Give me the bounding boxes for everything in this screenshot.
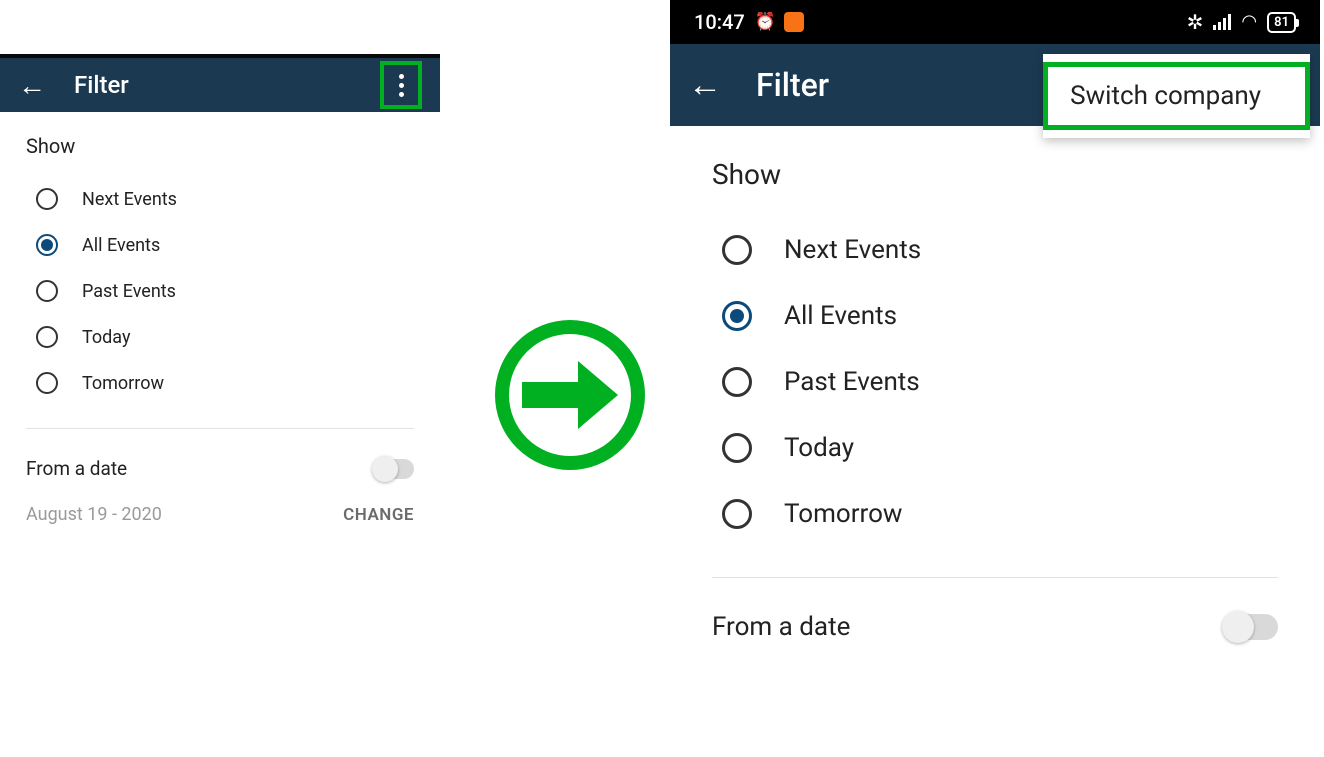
from-a-date-label: From a date (26, 457, 127, 480)
radio-label: Tomorrow (784, 499, 902, 529)
radio-icon (36, 280, 58, 302)
radio-row-next-events[interactable]: Next Events (26, 176, 414, 222)
change-date-button[interactable]: CHANGE (343, 505, 414, 525)
from-a-date-row: From a date (26, 451, 414, 496)
bluetooth-icon: ✲ (1187, 10, 1204, 34)
radio-label: Today (784, 433, 854, 463)
date-row: August 19 - 2020 CHANGE (26, 496, 414, 525)
overflow-menu-highlight (380, 61, 422, 109)
radio-row-all-events[interactable]: All Events (712, 283, 1278, 349)
radio-row-past-events[interactable]: Past Events (712, 349, 1278, 415)
radio-row-past-events[interactable]: Past Events (26, 268, 414, 314)
app-bar-title: Filter (74, 71, 129, 99)
filter-content: Show Next Events All Events Past Events … (670, 126, 1320, 658)
battery-percent: 81 (1274, 15, 1289, 30)
phone-screenshot-left: ← Filter Show Next Events All Events Pas… (0, 54, 440, 525)
radio-icon (36, 372, 58, 394)
radio-label: Past Events (784, 367, 920, 397)
radio-icon (36, 188, 58, 210)
from-a-date-label: From a date (712, 612, 850, 642)
transition-arrow-icon (495, 320, 645, 470)
radio-row-today[interactable]: Today (26, 314, 414, 360)
radio-label: All Events (784, 301, 897, 331)
back-arrow-icon[interactable]: ← (18, 69, 46, 102)
phone-screenshot-right: 10:47 ⏰ ✲ ◠ 81 ← Filter Switch company S… (670, 0, 1320, 658)
radio-row-all-events[interactable]: All Events (26, 222, 414, 268)
from-a-date-toggle[interactable] (1224, 614, 1278, 640)
radio-label: Today (82, 327, 130, 348)
radio-row-today[interactable]: Today (712, 415, 1278, 481)
radio-row-next-events[interactable]: Next Events (712, 217, 1278, 283)
radio-label: Next Events (784, 235, 921, 265)
from-a-date-toggle[interactable] (374, 459, 414, 479)
overflow-menu-popup: Switch company (1043, 54, 1310, 138)
app-bar: ← Filter Switch company (670, 44, 1320, 126)
show-section-label: Show (712, 158, 1278, 191)
selected-date-text: August 19 - 2020 (26, 504, 162, 525)
radio-icon (722, 235, 752, 265)
alarm-icon: ⏰ (755, 12, 776, 32)
radio-icon (722, 499, 752, 529)
radio-row-tomorrow[interactable]: Tomorrow (26, 360, 414, 406)
radio-row-tomorrow[interactable]: Tomorrow (712, 481, 1278, 547)
divider (712, 577, 1278, 578)
radio-icon (722, 367, 752, 397)
radio-icon (722, 301, 752, 331)
filter-content: Show Next Events All Events Past Events … (0, 112, 440, 525)
app-bar-title: Filter (756, 66, 829, 104)
signal-icon (1213, 14, 1231, 30)
radio-label: Past Events (82, 281, 176, 302)
radio-icon (36, 234, 58, 256)
wifi-icon: ◠ (1241, 11, 1257, 32)
back-arrow-icon[interactable]: ← (688, 65, 722, 105)
radio-icon (722, 433, 752, 463)
app-indicator-icon (784, 12, 804, 32)
status-bar: 10:47 ⏰ ✲ ◠ 81 (670, 0, 1320, 44)
from-a-date-row: From a date (712, 606, 1278, 658)
divider (26, 428, 414, 429)
radio-label: Next Events (82, 189, 177, 210)
overflow-menu-icon[interactable] (399, 74, 404, 97)
app-bar: ← Filter (0, 54, 440, 112)
radio-label: All Events (82, 235, 160, 256)
status-time: 10:47 (694, 10, 745, 34)
radio-icon (36, 326, 58, 348)
show-section-label: Show (26, 134, 414, 158)
radio-label: Tomorrow (82, 373, 164, 394)
battery-icon: 81 (1267, 12, 1296, 33)
menu-item-switch-company[interactable]: Switch company (1043, 62, 1310, 130)
